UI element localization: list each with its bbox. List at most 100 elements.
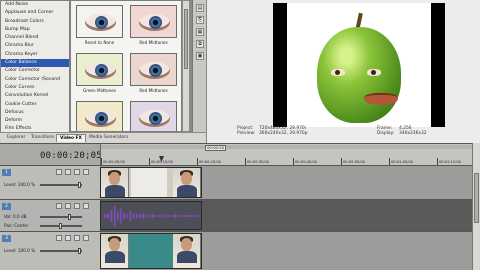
track-lane[interactable]: [100, 165, 472, 199]
preset-label: Reset to None: [84, 40, 115, 45]
fx-list-item[interactable]: Broadcast Colors: [1, 18, 69, 26]
ruler-label: 00:00:00;00: [103, 160, 125, 164]
tab-explorer[interactable]: Explorer: [4, 134, 28, 142]
pan-slider-knob[interactable]: [59, 223, 62, 229]
preset-item[interactable]: [75, 99, 124, 131]
apple-right-eye: [367, 69, 381, 76]
person-face: [109, 238, 120, 251]
volume-slider-knob[interactable]: [68, 214, 71, 220]
level-slider[interactable]: [40, 182, 82, 188]
person-shirt: [177, 251, 197, 263]
fx-list-item[interactable]: Cookie Cutter: [1, 101, 69, 109]
eye-image: [85, 14, 116, 31]
track-header: 2 Vol: 0.0 dB Pan: Center: [0, 199, 100, 231]
copy-snapshot-icon[interactable]: ⧉: [196, 40, 204, 48]
fx-list-item[interactable]: Chroma Blur: [1, 42, 69, 50]
preset-item[interactable]: Red Midtones: [129, 3, 178, 48]
audio-waveform: [101, 206, 201, 226]
display-label: Display:: [377, 131, 395, 136]
audio-event[interactable]: [100, 201, 202, 230]
level-label: Level: 100.0 %: [4, 182, 36, 187]
preset-item[interactable]: Red Midtones: [129, 51, 178, 96]
fx-list-item[interactable]: Convolution Kernel: [1, 92, 69, 100]
fx-list-item[interactable]: Color Corrector (Second: [1, 76, 69, 84]
eye-image: [139, 14, 170, 31]
scrollbar-thumb[interactable]: [184, 9, 188, 69]
preset-thumbnail[interactable]: [76, 53, 123, 86]
solo-icon[interactable]: [65, 169, 71, 175]
level-label: Level: 100.0 %: [4, 248, 36, 253]
tab-transitions[interactable]: Transitions: [28, 134, 58, 142]
mute-icon[interactable]: [56, 169, 62, 175]
preset-item[interactable]: Reset to None: [75, 3, 124, 48]
preset-thumbnail[interactable]: [76, 5, 123, 38]
fx-list-item[interactable]: Deform: [1, 117, 69, 125]
compositing-icon[interactable]: [83, 235, 89, 241]
level-slider-knob[interactable]: [78, 248, 81, 254]
track-number: 3: [2, 235, 11, 242]
mute-icon[interactable]: [56, 235, 62, 241]
overlay-icon[interactable]: ▦: [196, 28, 204, 36]
preset-label: Red Midtones: [139, 88, 168, 93]
fx-list-item[interactable]: Color Balance: [1, 59, 69, 68]
mute-icon[interactable]: [56, 203, 62, 209]
compositing-icon[interactable]: [83, 169, 89, 175]
pan-slider[interactable]: [40, 223, 82, 229]
fx-icon[interactable]: [74, 235, 80, 241]
track-lane[interactable]: [100, 231, 472, 270]
presets-scrollbar[interactable]: [182, 0, 190, 132]
tab-media-generators[interactable]: Media Generators: [86, 134, 131, 142]
fx-list-item[interactable]: Bump Map: [1, 26, 69, 34]
scrollbar-thumb[interactable]: [474, 173, 479, 223]
save-snapshot-icon[interactable]: ▣: [196, 52, 204, 60]
timeline-scrollbar[interactable]: [472, 143, 480, 270]
solo-icon[interactable]: [65, 203, 71, 209]
iris-shape: [95, 16, 108, 29]
preset-thumbnail[interactable]: [130, 53, 177, 86]
marker-flag[interactable]: 00:00:20: [205, 145, 227, 151]
level-slider-knob[interactable]: [78, 182, 81, 188]
iris-shape: [149, 112, 162, 125]
compositing-icon[interactable]: [83, 203, 89, 209]
volume-slider[interactable]: [40, 214, 82, 220]
fx-icon[interactable]: [74, 169, 80, 175]
fx-list-item[interactable]: Chroma Keyer: [1, 51, 69, 59]
video-thumbnail: [101, 234, 129, 268]
preset-item[interactable]: [129, 99, 178, 131]
person-face: [181, 238, 192, 251]
time-ruler[interactable]: 00:00:20 00:00:00;00 00:00:10;00 00:00:20;…: [100, 144, 473, 166]
person-shirt: [177, 185, 197, 197]
fx-list-item[interactable]: Color Corrector: [1, 67, 69, 75]
loop-region-bar[interactable]: [101, 145, 473, 149]
track-lane[interactable]: [100, 199, 472, 231]
preset-thumbnail[interactable]: [76, 101, 123, 131]
person-shirt: [105, 251, 125, 263]
ruler-label: 00:00:50;00: [343, 160, 365, 164]
eye-image: [85, 62, 116, 79]
fx-list-item[interactable]: Applause and Corner: [1, 9, 69, 17]
ruler-label: 00:00:20;00: [199, 160, 221, 164]
preset-thumbnail[interactable]: [130, 5, 177, 38]
fx-list-item[interactable]: Color Curves: [1, 84, 69, 92]
fx-list-item[interactable]: Defocus: [1, 109, 69, 117]
video-event[interactable]: [100, 167, 202, 198]
preset-thumbnail[interactable]: [130, 101, 177, 131]
preset-item[interactable]: Green Midtones: [75, 51, 124, 96]
fx-list-item[interactable]: Add Noise: [1, 1, 69, 9]
properties-icon[interactable]: ▤: [196, 4, 204, 12]
track-header: 1 Level: 100.0 %: [0, 165, 100, 199]
solo-icon[interactable]: [65, 235, 71, 241]
video-fx-list[interactable]: Add Noise Applause and Corner Broadcast Co…: [0, 0, 70, 134]
split-icon[interactable]: ⎘: [196, 16, 204, 24]
timecode-display: 00:00:20;05: [40, 151, 102, 161]
level-slider[interactable]: [40, 248, 82, 254]
ruler-label: 00:00:40;00: [295, 160, 317, 164]
video-event[interactable]: [100, 233, 202, 269]
fx-icon[interactable]: [74, 203, 80, 209]
tab-video-fx[interactable]: Video FX: [56, 134, 86, 142]
iris-shape: [95, 112, 108, 125]
track-number: 2: [2, 203, 11, 210]
video-thumbnail: [101, 168, 129, 197]
preview-label: Preview:: [237, 131, 256, 136]
fx-list-item[interactable]: Channel Blend: [1, 34, 69, 42]
